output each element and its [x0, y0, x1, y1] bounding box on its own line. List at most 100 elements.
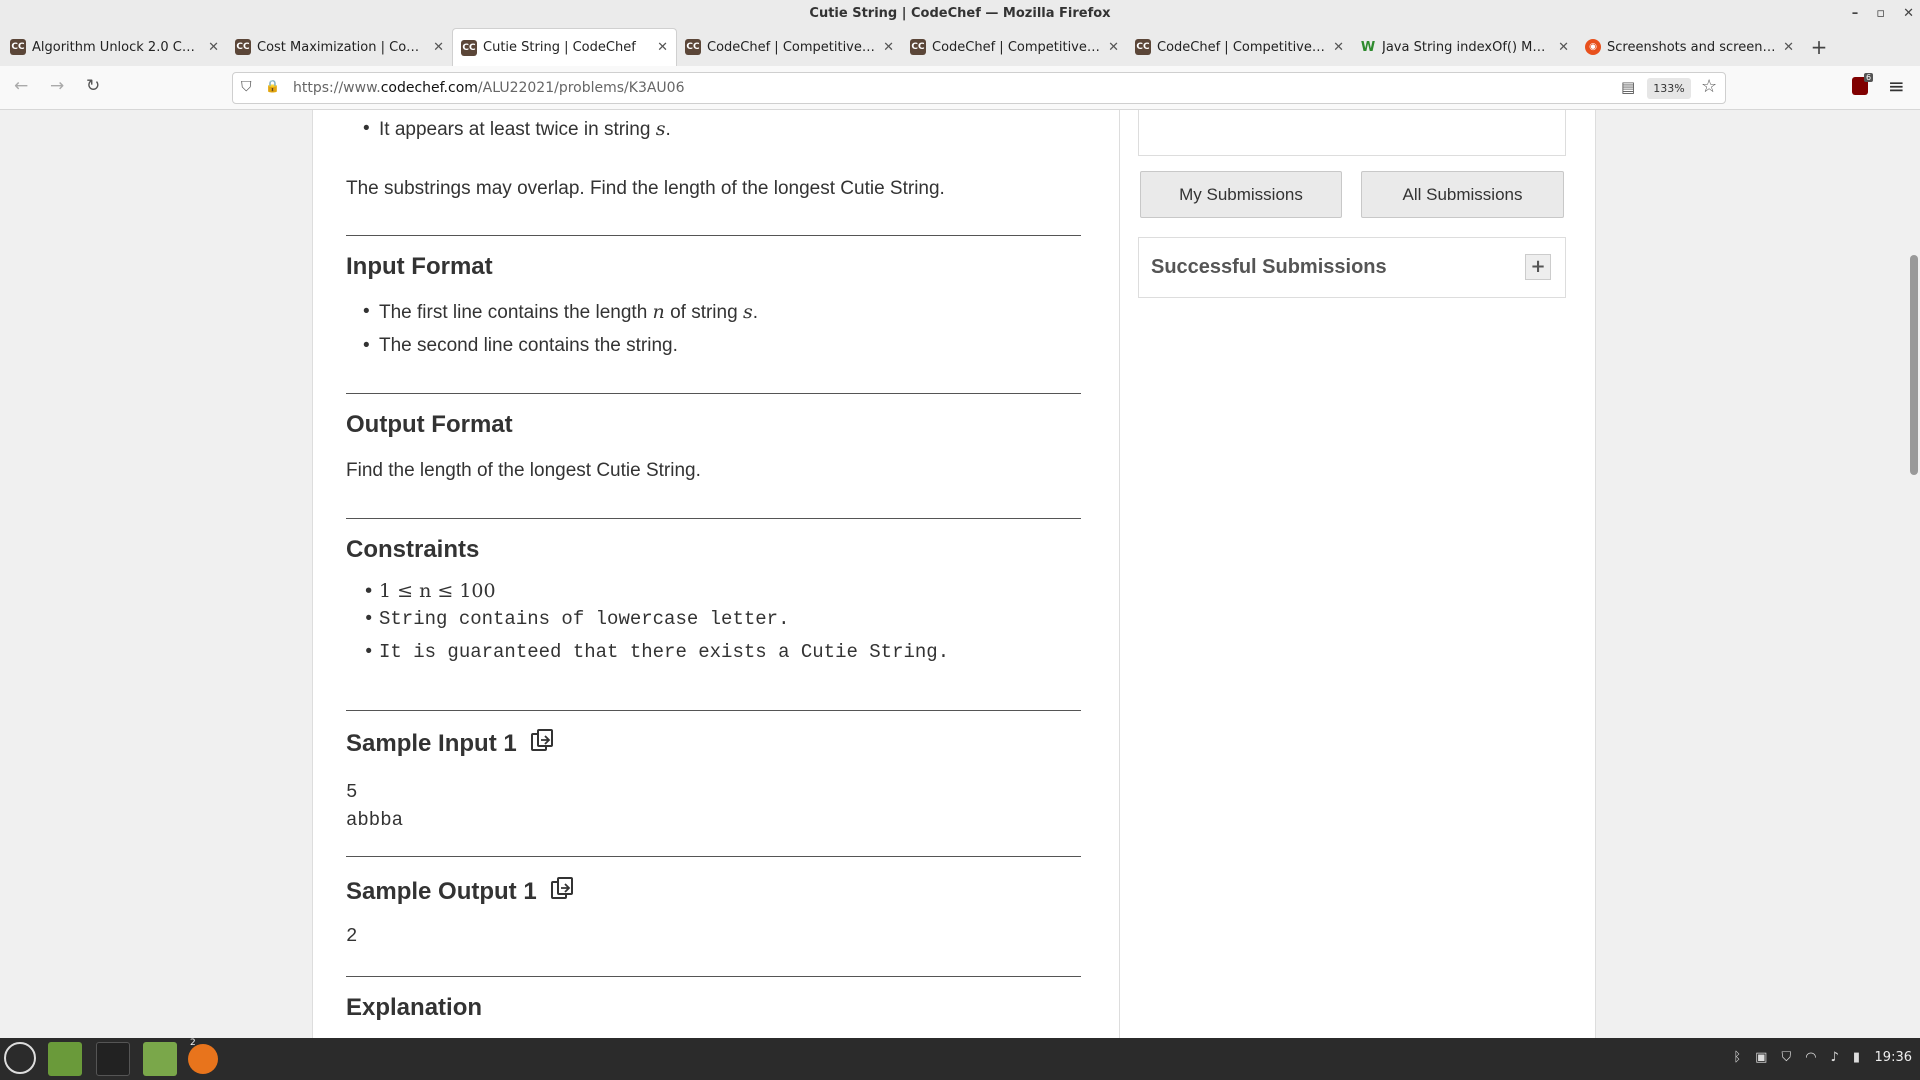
tab-codechef-3[interactable]: CC CodeChef | Competitive Pro ✕	[1127, 28, 1352, 66]
close-tab-icon[interactable]: ✕	[433, 40, 444, 55]
close-tab-icon[interactable]: ✕	[657, 40, 668, 55]
system-tray: ᛒ ▣ ⛉ ◠ ♪ ▮	[1733, 1050, 1860, 1065]
output-format-heading: Output Format	[346, 411, 513, 438]
var-s: s	[655, 118, 666, 140]
close-tab-icon[interactable]: ✕	[1108, 40, 1119, 55]
overlap-text: The substrings may overlap. Find the len…	[346, 178, 945, 199]
close-tab-icon[interactable]: ✕	[208, 40, 219, 55]
section-divider	[346, 235, 1081, 236]
tab-codechef-1[interactable]: CC CodeChef | Competitive Pro ✕	[677, 28, 902, 66]
input-1-end: .	[752, 302, 758, 323]
tab-label: Algorithm Unlock 2.0 Codin	[32, 39, 203, 55]
tab-screenshots[interactable]: ◉ Screenshots and screencast ✕	[1577, 28, 1802, 66]
tab-cost-maximization[interactable]: CC Cost Maximization | CodeCh ✕	[227, 28, 452, 66]
volume-icon[interactable]: ♪	[1831, 1050, 1839, 1065]
wifi-icon[interactable]: ◠	[1805, 1050, 1816, 1065]
tab-codechef-2[interactable]: CC CodeChef | Competitive Pro ✕	[902, 28, 1127, 66]
menu-icon[interactable]: ≡	[1888, 74, 1905, 98]
tab-label: CodeChef | Competitive Pro	[707, 39, 878, 55]
constraint-lowercase: String contains of lowercase letter.	[346, 608, 1081, 630]
ublock-badge: 6	[1864, 73, 1874, 82]
constraint-guarantee: It is guaranteed that there exists a Cut…	[346, 641, 1081, 663]
copy-icon[interactable]	[549, 876, 575, 909]
section-divider	[346, 710, 1081, 711]
lock-icon[interactable]: 🔒	[265, 79, 280, 93]
minimize-button[interactable]: –	[1852, 0, 1859, 28]
condition-bullet: It appears at least twice in string s.	[346, 118, 1081, 141]
input-format-heading: Input Format	[346, 253, 493, 280]
successful-submissions-title: Successful Submissions	[1151, 256, 1387, 278]
page-scrollbar[interactable]	[1906, 110, 1920, 1038]
restore-button[interactable]: ▫	[1876, 0, 1885, 28]
screenshot-icon: ◉	[1585, 39, 1601, 55]
back-icon[interactable]: ←	[14, 76, 28, 96]
clipboard-icon[interactable]: ▣	[1755, 1050, 1767, 1065]
w3-icon: W	[1360, 39, 1376, 55]
var-n: n	[652, 301, 665, 323]
input-1-text: The first line contains the length	[379, 302, 653, 323]
bookmark-star-icon[interactable]: ☆	[1701, 76, 1717, 97]
section-divider	[346, 518, 1081, 519]
sample-input-line-1: 5	[346, 781, 358, 803]
close-tab-icon[interactable]: ✕	[1783, 40, 1794, 55]
url-prefix: https://www.	[293, 80, 381, 96]
navigation-bar: ← → ↻ ⛉ 🔒 https://www.codechef.com/ALU22…	[0, 66, 1920, 110]
workspace-count: 2	[190, 1038, 196, 1048]
forward-icon[interactable]: →	[50, 76, 64, 96]
output-format-text: Find the length of the longest Cutie Str…	[346, 460, 701, 481]
close-tab-icon[interactable]: ✕	[1333, 40, 1344, 55]
clock[interactable]: 19:36	[1875, 1050, 1912, 1065]
update-shield-icon[interactable]: ⛉	[1781, 1050, 1791, 1065]
mint-menu-icon[interactable]	[4, 1042, 36, 1074]
url-bar[interactable]: ⛉ 🔒 https://www.codechef.com/ALU22021/pr…	[232, 72, 1726, 104]
expand-icon[interactable]: +	[1525, 254, 1551, 280]
problem-page: It appears at least twice in string s. T…	[312, 110, 1596, 1038]
tab-cutie-string[interactable]: CC Cutie String | CodeChef ✕	[452, 28, 677, 66]
input-line-2: The second line contains the string.	[346, 335, 1081, 357]
tab-java-indexof[interactable]: W Java String indexOf() Meth ✕	[1352, 28, 1577, 66]
input-line-1: The first line contains the length n of …	[346, 301, 1081, 324]
reader-view-icon[interactable]: ▤	[1621, 78, 1635, 96]
show-desktop-icon[interactable]	[48, 1042, 82, 1076]
section-divider	[346, 393, 1081, 394]
codechef-icon: CC	[235, 39, 251, 55]
close-window-button[interactable]: ✕	[1903, 0, 1914, 28]
codechef-icon: CC	[685, 39, 701, 55]
window-title: Cutie String | CodeChef — Mozilla Firefo…	[809, 6, 1111, 21]
codechef-icon: CC	[461, 39, 477, 56]
page-content: It appears at least twice in string s. T…	[0, 110, 1920, 1038]
shield-icon[interactable]: ⛉	[241, 79, 252, 95]
window-titlebar: Cutie String | CodeChef — Mozilla Firefo…	[0, 0, 1920, 28]
tab-label: Cutie String | CodeChef	[483, 40, 636, 55]
all-submissions-button[interactable]: All Submissions	[1361, 171, 1564, 218]
copy-icon[interactable]	[529, 728, 555, 761]
new-tab-button[interactable]: +	[1802, 28, 1836, 66]
bluetooth-icon[interactable]: ᛒ	[1733, 1050, 1741, 1065]
taskbar: 2 ᛒ ▣ ⛉ ◠ ♪ ▮ 19:36	[0, 1038, 1920, 1080]
battery-icon[interactable]: ▮	[1853, 1050, 1860, 1065]
section-divider	[346, 856, 1081, 857]
successful-submissions-panel[interactable]: Successful Submissions +	[1138, 237, 1566, 298]
firefox-taskbar-icon[interactable]	[188, 1044, 218, 1074]
sample-output-title: Sample Output 1	[346, 877, 537, 905]
reload-icon[interactable]: ↻	[86, 76, 100, 96]
constraints-heading: Constraints	[346, 536, 480, 563]
terminal-icon[interactable]	[96, 1042, 130, 1076]
explanation-heading: Explanation	[346, 994, 483, 1021]
close-tab-icon[interactable]: ✕	[883, 40, 894, 55]
var-s: s	[742, 301, 753, 323]
codechef-icon: CC	[1135, 39, 1151, 55]
tab-label: Cost Maximization | CodeCh	[257, 39, 428, 55]
files-icon[interactable]	[143, 1042, 177, 1076]
sidebar-top-panel	[1138, 110, 1566, 156]
constraint-n-range: 1 ≤ n ≤ 100	[346, 580, 1081, 602]
tab-label: Screenshots and screencast	[1607, 39, 1778, 55]
tab-algorithm-unlock[interactable]: CC Algorithm Unlock 2.0 Codin ✕	[2, 28, 227, 66]
url-path: /ALU22021/problems/K3AU06	[477, 80, 685, 96]
tab-label: Java String indexOf() Meth	[1382, 39, 1553, 55]
scrollbar-thumb[interactable]	[1910, 255, 1918, 475]
close-tab-icon[interactable]: ✕	[1558, 40, 1569, 55]
zoom-level[interactable]: 133%	[1647, 78, 1691, 99]
my-submissions-button[interactable]: My Submissions	[1140, 171, 1342, 218]
sample-input-block: 5 abbba	[346, 778, 403, 834]
